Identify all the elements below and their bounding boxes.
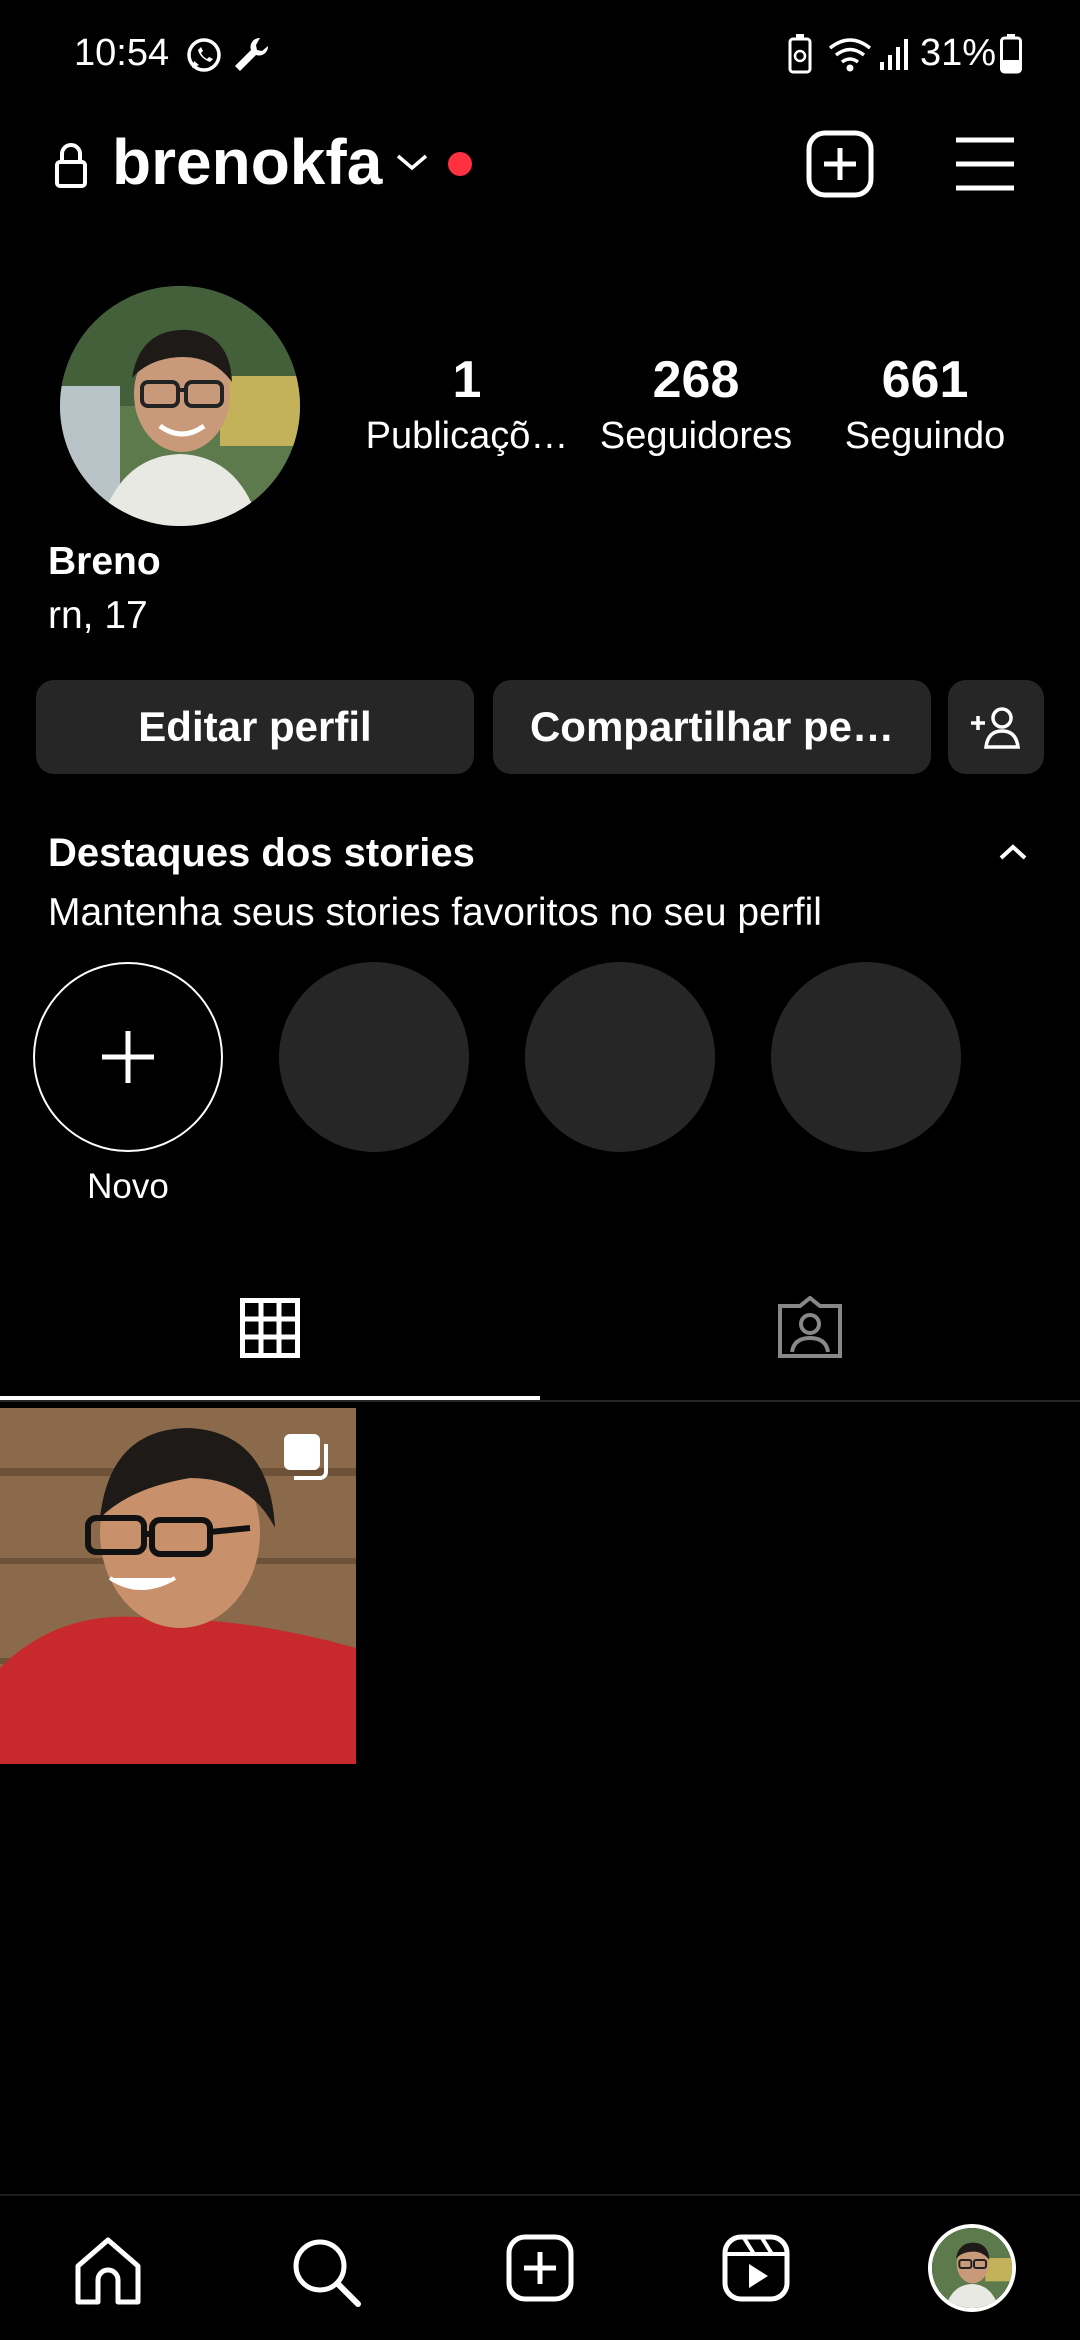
edit-profile-button[interactable]: Editar perfil — [36, 680, 474, 774]
home-icon[interactable] — [72, 2236, 144, 2306]
stat-following[interactable]: 661 Seguindo — [810, 348, 1040, 460]
tagged-icon — [778, 1296, 842, 1358]
battery-percent: 31% — [920, 32, 997, 74]
tab-divider — [0, 1400, 1080, 1402]
stat-posts-value: 1 — [452, 351, 482, 409]
create-icon[interactable] — [506, 2234, 574, 2302]
add-person-icon — [971, 707, 1020, 749]
account-username[interactable]: brenokfa — [112, 122, 382, 202]
battery-icon — [1000, 34, 1022, 74]
menu-icon[interactable] — [954, 136, 1016, 192]
tab-posts-grid[interactable] — [240, 1298, 300, 1358]
status-time: 10:54 — [74, 32, 170, 74]
notification-dot — [448, 152, 472, 176]
new-highlight-button[interactable] — [33, 962, 223, 1152]
stat-followers[interactable]: 268 Seguidores — [581, 348, 811, 460]
stat-posts[interactable]: 1 Publicaçõ… — [352, 348, 582, 460]
stat-posts-label: Publicaçõ… — [365, 415, 569, 457]
discover-people-button[interactable] — [948, 680, 1044, 774]
signal-icon — [878, 36, 910, 72]
chevron-down-icon[interactable] — [394, 150, 430, 174]
carousel-icon — [282, 1432, 334, 1484]
nav-divider — [0, 2194, 1080, 2196]
profile-tab-avatar[interactable] — [928, 2224, 1016, 2312]
lock-icon — [54, 142, 88, 188]
stat-followers-label: Seguidores — [599, 415, 793, 457]
profile-avatar[interactable] — [60, 286, 300, 526]
new-post-icon[interactable] — [806, 130, 874, 198]
reels-icon[interactable] — [722, 2234, 790, 2302]
highlights-title: Destaques dos stories — [48, 831, 475, 875]
whatsapp-icon — [184, 36, 224, 76]
wifi-icon — [826, 34, 874, 74]
post-thumbnail[interactable] — [0, 1408, 356, 1764]
chevron-up-icon[interactable] — [998, 842, 1028, 862]
search-icon[interactable] — [290, 2236, 362, 2308]
profile-bio: rn, 17 — [48, 594, 148, 637]
grid-icon — [240, 1298, 300, 1358]
wrench-icon — [230, 34, 272, 76]
stat-following-label: Seguindo — [844, 415, 1006, 457]
recycle-battery-icon — [788, 34, 812, 74]
stat-followers-value: 268 — [652, 351, 740, 409]
highlight-placeholder — [279, 962, 469, 1152]
highlight-placeholder — [525, 962, 715, 1152]
share-profile-button[interactable]: Compartilhar pe… — [493, 680, 931, 774]
highlight-placeholder — [771, 962, 961, 1152]
new-highlight-label: Novo — [87, 1167, 169, 1206]
tab-tagged[interactable] — [776, 1296, 844, 1360]
profile-name: Breno — [48, 540, 161, 583]
plus-icon — [102, 1031, 154, 1083]
stat-following-value: 661 — [881, 351, 969, 409]
highlights-subtitle: Mantenha seus stories favoritos no seu p… — [48, 891, 822, 934]
